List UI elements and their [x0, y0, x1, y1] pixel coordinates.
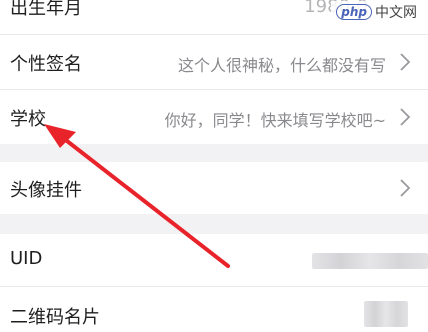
watermark-logo: php: [336, 4, 372, 20]
qrcode-redacted: [364, 301, 408, 327]
avatar-pendant-label: 头像挂件: [10, 180, 82, 201]
watermark: php 中文网: [331, 1, 422, 23]
chevron-right-icon: [400, 108, 411, 126]
signature-label: 个性签名: [10, 54, 82, 75]
uid-value-redacted: [312, 253, 428, 269]
uid-label: UID: [10, 248, 43, 269]
row-school[interactable]: 学校 你好，同学！快来填写学校吧~: [0, 90, 428, 144]
qrcode-label: 二维码名片: [10, 307, 100, 328]
birth-date-label: 出生年月: [10, 0, 82, 19]
signature-value: 这个人很神秘，什么都没有写: [177, 56, 386, 75]
chevron-right-icon: [400, 179, 411, 197]
row-birth-date[interactable]: 出生年月 1980-0 php 中文网: [0, 0, 428, 34]
chevron-right-icon: [400, 53, 411, 71]
watermark-text: 中文网: [375, 5, 417, 21]
row-qrcode[interactable]: 二维码名片: [0, 287, 428, 332]
row-uid[interactable]: UID: [0, 234, 428, 286]
row-avatar-pendant[interactable]: 头像挂件: [0, 162, 428, 214]
row-signature[interactable]: 个性签名 这个人很神秘，什么都没有写: [0, 35, 428, 89]
school-label: 学校: [10, 109, 46, 130]
school-value: 你好，同学！快来填写学校吧~: [164, 111, 386, 130]
